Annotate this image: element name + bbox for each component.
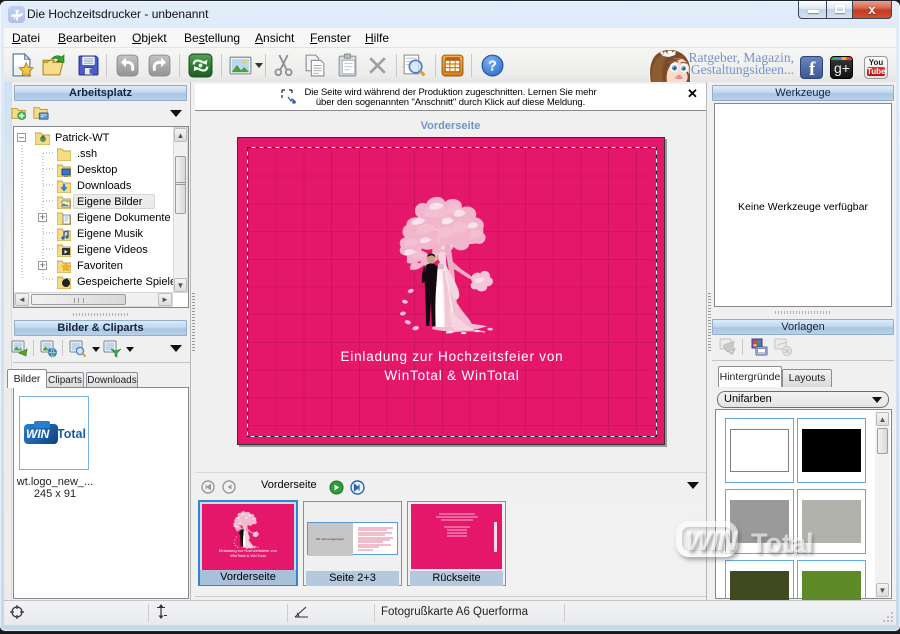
svg-text:?: ? xyxy=(488,59,497,75)
